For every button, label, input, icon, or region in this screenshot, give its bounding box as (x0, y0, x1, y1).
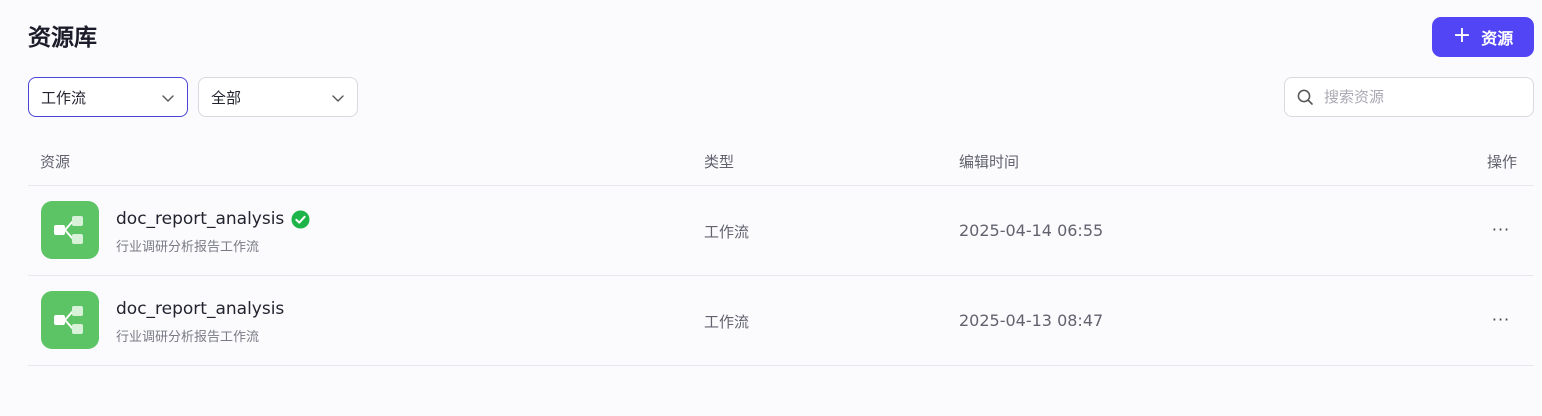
resource-table: 资源 类型 编辑时间 操作 doc_report_analysis 行业调研分析… (28, 137, 1534, 366)
column-header-type: 类型 (704, 153, 735, 171)
resource-type: 工作流 (704, 223, 750, 241)
workflow-icon (41, 201, 99, 259)
column-header-actions: 操作 (1487, 153, 1518, 171)
search-icon (1297, 89, 1313, 105)
search-box[interactable] (1284, 77, 1534, 117)
table-header: 资源 类型 编辑时间 操作 (28, 137, 1534, 186)
table-row[interactable]: doc_report_analysis 行业调研分析报告工作流 工作流 2025… (28, 186, 1534, 276)
column-header-resource: 资源 (40, 153, 71, 171)
scope-filter-value: 全部 (211, 88, 242, 107)
add-resource-button[interactable]: + 资源 (1432, 17, 1534, 57)
resource-name[interactable]: doc_report_analysis (116, 299, 284, 319)
chevron-down-icon (332, 95, 344, 102)
table-row[interactable]: doc_report_analysis 行业调研分析报告工作流 工作流 2025… (28, 276, 1534, 366)
resource-type: 工作流 (704, 313, 750, 331)
resource-library-page: 资源库 + 资源 工作流 全部 资源 类型 编辑时间 操作 (0, 0, 1542, 416)
resource-name[interactable]: doc_report_analysis (116, 209, 310, 229)
plus-icon: + (1452, 23, 1472, 48)
add-resource-label: 资源 (1481, 29, 1514, 48)
type-filter-value: 工作流 (41, 88, 87, 107)
verified-check-icon (291, 210, 310, 228)
resource-edit-time: 2025-04-14 06:55 (959, 221, 1104, 240)
scope-filter-select[interactable]: 全部 (198, 77, 358, 117)
more-actions-button[interactable]: ··· (1488, 216, 1514, 242)
more-actions-button[interactable]: ··· (1488, 306, 1514, 332)
page-title: 资源库 (28, 25, 97, 51)
chevron-down-icon (162, 95, 174, 102)
resource-edit-time: 2025-04-13 08:47 (959, 311, 1104, 330)
column-header-edit-time: 编辑时间 (959, 153, 1020, 171)
workflow-icon (41, 291, 99, 349)
resource-description: 行业调研分析报告工作流 (116, 240, 260, 255)
search-input[interactable] (1324, 88, 1524, 106)
resource-description: 行业调研分析报告工作流 (116, 330, 260, 345)
type-filter-select[interactable]: 工作流 (28, 77, 188, 117)
